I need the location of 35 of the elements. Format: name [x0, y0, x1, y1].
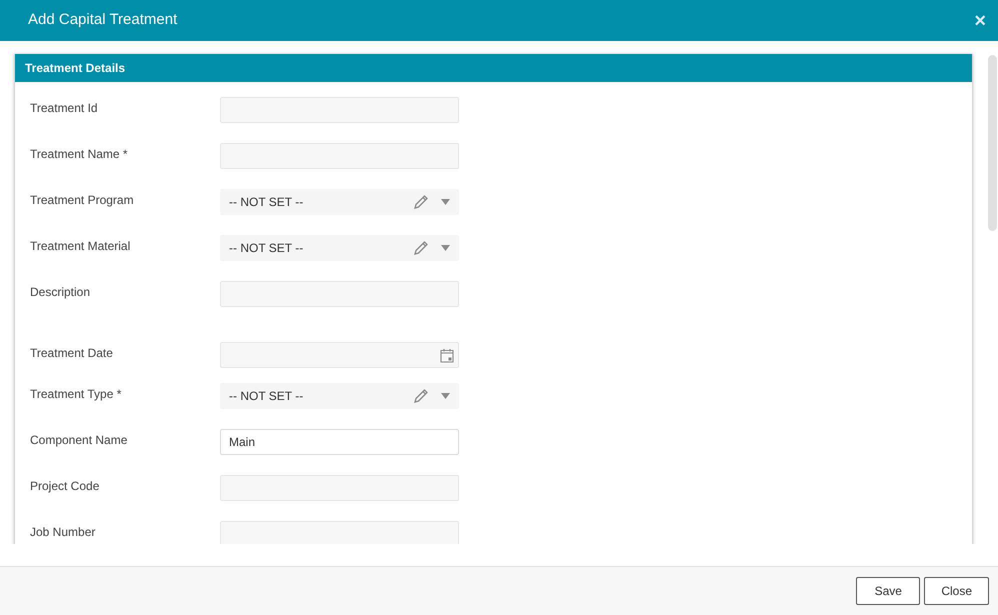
dialog-title: Add Capital Treatment — [28, 10, 178, 30]
select-field[interactable]: -- NOT SET -- — [220, 189, 459, 215]
field-label: Description — [30, 284, 92, 301]
save-button[interactable]: Save — [856, 577, 920, 605]
field-label: Component Name — [30, 432, 128, 449]
field-label: Project Code — [30, 478, 100, 495]
select-field[interactable]: -- NOT SET -- — [220, 235, 459, 261]
field-label: Treatment Name * — [30, 146, 129, 163]
caret-icon[interactable] — [441, 393, 450, 399]
date-field[interactable] — [220, 342, 459, 368]
select-value: -- NOT SET -- — [229, 240, 304, 257]
close-button[interactable]: Close — [924, 577, 989, 605]
input-field[interactable] — [220, 475, 459, 501]
field-label: Treatment Date — [30, 345, 114, 362]
select-value: -- NOT SET -- — [229, 194, 304, 211]
calendar-icon[interactable] — [440, 348, 454, 362]
input-field[interactable] — [220, 97, 459, 123]
field-label: Treatment Id — [30, 100, 99, 117]
caret-icon[interactable] — [441, 199, 450, 205]
field-label: Treatment Material — [30, 238, 132, 255]
input-field[interactable] — [220, 521, 459, 544]
select-value: -- NOT SET -- — [229, 388, 304, 405]
pencil-icon[interactable] — [413, 194, 429, 210]
panel-title: Treatment Details — [25, 60, 126, 77]
caret-icon[interactable] — [441, 245, 450, 251]
field-label: Job Number — [30, 524, 96, 541]
pencil-icon[interactable] — [413, 240, 429, 256]
select-field[interactable]: -- NOT SET -- — [220, 383, 459, 409]
pencil-icon[interactable] — [413, 388, 429, 404]
input-field[interactable] — [220, 143, 459, 169]
scrollbar[interactable] — [988, 55, 997, 231]
input-field[interactable] — [220, 281, 459, 307]
field-label: Treatment Type * — [30, 386, 122, 403]
field-label: Treatment Program — [30, 192, 135, 209]
input-field[interactable]: Main — [220, 429, 459, 455]
